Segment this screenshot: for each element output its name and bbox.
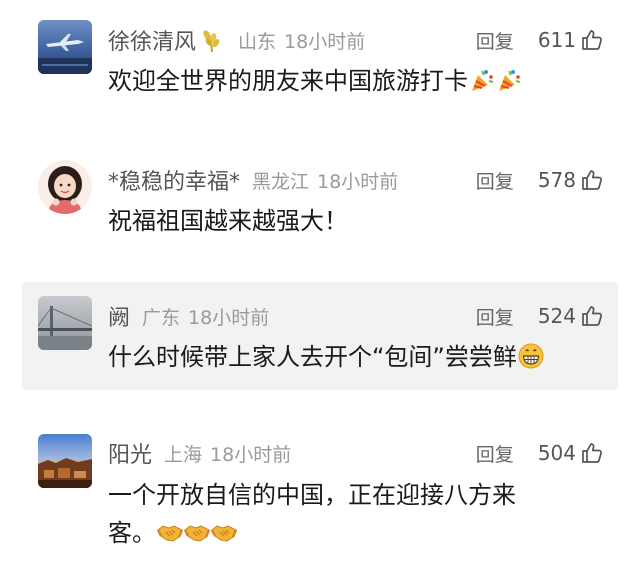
comment-body: 欢迎全世界的朋友来中国旅游打卡: [108, 67, 468, 95]
comment-body-line: 一个开放自信的中国，正在迎接八方来: [108, 481, 516, 509]
comment-text: 欢迎全世界的朋友来中国旅游打卡: [108, 62, 598, 100]
like-button[interactable]: 611: [538, 28, 604, 52]
comment-body-tail: 客。: [108, 519, 156, 547]
comment-text: 祝福祖国越来越强大！: [108, 202, 598, 240]
airplane-avatar-image: [38, 20, 92, 74]
comment-item[interactable]: 徐徐清风 山东 18小时前 回复 611 欢迎全世界的朋友来中国旅游打卡: [22, 10, 618, 110]
avatar[interactable]: [38, 20, 92, 74]
avatar[interactable]: [38, 296, 92, 350]
location-label: 上海: [164, 443, 203, 466]
reply-button[interactable]: 回复: [476, 167, 514, 194]
comment-item[interactable]: 阙 广东 18小时前 回复 524 什么时候带上家人去开个“包间”尝尝鲜: [22, 282, 618, 390]
location-label: 山东: [238, 30, 277, 53]
party-popper-icon: [472, 70, 494, 91]
thumbs-up-icon: [582, 306, 602, 326]
comment-item[interactable]: 阳光 上海 18小时前 回复 504 一个开放自信的中国，正在迎接八方来 客。: [22, 424, 618, 562]
location-label: 黑龙江: [252, 170, 310, 193]
sunset-town-avatar-image: [38, 434, 92, 488]
thumbs-up-icon: [582, 443, 602, 463]
handshake-icon: [211, 525, 237, 542]
like-count: 504: [537, 441, 576, 465]
username[interactable]: 阳光: [108, 437, 152, 469]
username[interactable]: 徐徐清风: [108, 24, 196, 56]
like-button[interactable]: 504: [538, 441, 604, 465]
like-count: 611: [537, 28, 576, 52]
comment-meta: 广东 18小时前: [142, 303, 269, 330]
comment-body: 祝福祖国越来越强大！: [108, 207, 348, 235]
thumbs-up-icon: [582, 170, 602, 190]
location-label: 广东: [142, 306, 181, 329]
handshake-icon: [184, 525, 210, 542]
like-button[interactable]: 578: [538, 168, 604, 192]
timestamp: 18小时前: [210, 443, 292, 466]
timestamp: 18小时前: [284, 30, 366, 53]
avatar[interactable]: [38, 434, 92, 488]
thumbs-up-icon: [582, 30, 602, 50]
comment-text: 一个开放自信的中国，正在迎接八方来 客。: [108, 476, 598, 552]
reply-button[interactable]: 回复: [476, 440, 514, 467]
handshake-icon: [157, 525, 183, 542]
girl-avatar-image: [38, 160, 92, 214]
username[interactable]: *稳稳的幸福*: [108, 164, 240, 196]
comment-meta: 上海 18小时前: [164, 440, 291, 467]
timestamp: 18小时前: [317, 170, 399, 193]
like-count: 524: [537, 304, 576, 328]
comment-item[interactable]: *稳稳的幸福* 黑龙江 18小时前 回复 578 祝福祖国越来越强大！: [22, 148, 618, 248]
grinning-face-icon: [518, 343, 544, 369]
comment-body-line-2: 客。: [108, 514, 598, 552]
wheat-icon: [203, 30, 220, 53]
avatar[interactable]: [38, 160, 92, 214]
like-button[interactable]: 524: [538, 304, 604, 328]
like-count: 578: [537, 168, 576, 192]
username[interactable]: 阙: [108, 300, 130, 332]
timestamp: 18小时前: [188, 306, 270, 329]
comment-meta: 黑龙江 18小时前: [252, 167, 398, 194]
comment-text: 什么时候带上家人去开个“包间”尝尝鲜: [108, 338, 598, 376]
bridge-avatar-image: [38, 296, 92, 350]
party-popper-icon: [499, 70, 521, 91]
reply-button[interactable]: 回复: [476, 303, 514, 330]
comment-body: 什么时候带上家人去开个“包间”尝尝鲜: [108, 343, 517, 371]
reply-button[interactable]: 回复: [476, 27, 514, 54]
comment-meta: 山东 18小时前: [238, 27, 365, 54]
